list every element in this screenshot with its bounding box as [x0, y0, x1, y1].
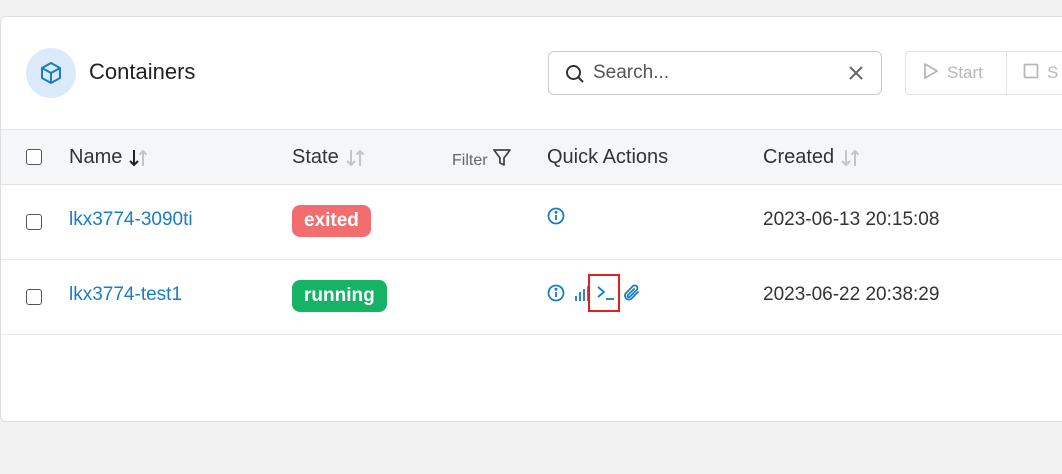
attach-icon[interactable] [623, 283, 641, 308]
row-checkbox[interactable] [26, 289, 42, 305]
select-all-checkbox[interactable] [26, 149, 42, 165]
clear-icon[interactable] [849, 66, 863, 85]
container-name-link[interactable]: lkx3774-3090ti [69, 209, 193, 231]
created-date: 2023-06-13 20:15:08 [763, 209, 940, 230]
highlight-box [588, 274, 620, 312]
sort-desc-icon [128, 148, 150, 168]
search-icon [565, 64, 585, 89]
info-icon[interactable] [547, 207, 565, 230]
state-filter-button[interactable]: Filter [452, 148, 512, 173]
status-badge: exited [292, 205, 371, 237]
filter-icon [492, 148, 512, 173]
stop-button[interactable]: S [1006, 51, 1062, 95]
column-state[interactable]: State [292, 146, 367, 169]
sort-icon [345, 148, 367, 168]
stop-icon [1023, 63, 1039, 84]
stop-label: S [1047, 63, 1059, 82]
play-icon [923, 62, 939, 85]
search-box[interactable] [548, 51, 882, 95]
column-quick-actions: Quick Actions [547, 146, 669, 168]
created-date: 2023-06-22 20:38:29 [763, 284, 940, 305]
table-row: lkx3774-test1 running 2023-06-22 20:38:2… [1, 260, 1062, 335]
search-input[interactable] [593, 60, 843, 86]
status-badge: running [292, 280, 387, 312]
table-row: lkx3774-3090ti exited 2023-06-13 20:15:0… [1, 185, 1062, 260]
row-checkbox[interactable] [26, 214, 42, 230]
column-name[interactable]: Name [69, 146, 150, 169]
container-name-link[interactable]: lkx3774-test1 [69, 284, 182, 306]
cube-icon [26, 48, 76, 98]
page-title: Containers [89, 59, 196, 84]
panel-header: Containers Start [1, 17, 1062, 129]
table-header: Name State Filter Quick Actions Created [1, 129, 1062, 185]
start-button[interactable]: Start [905, 51, 1007, 95]
column-created[interactable]: Created [763, 146, 862, 169]
containers-panel: Containers Start [0, 16, 1062, 422]
start-label: Start [947, 63, 983, 82]
info-icon[interactable] [547, 284, 565, 307]
sort-icon [840, 148, 862, 168]
